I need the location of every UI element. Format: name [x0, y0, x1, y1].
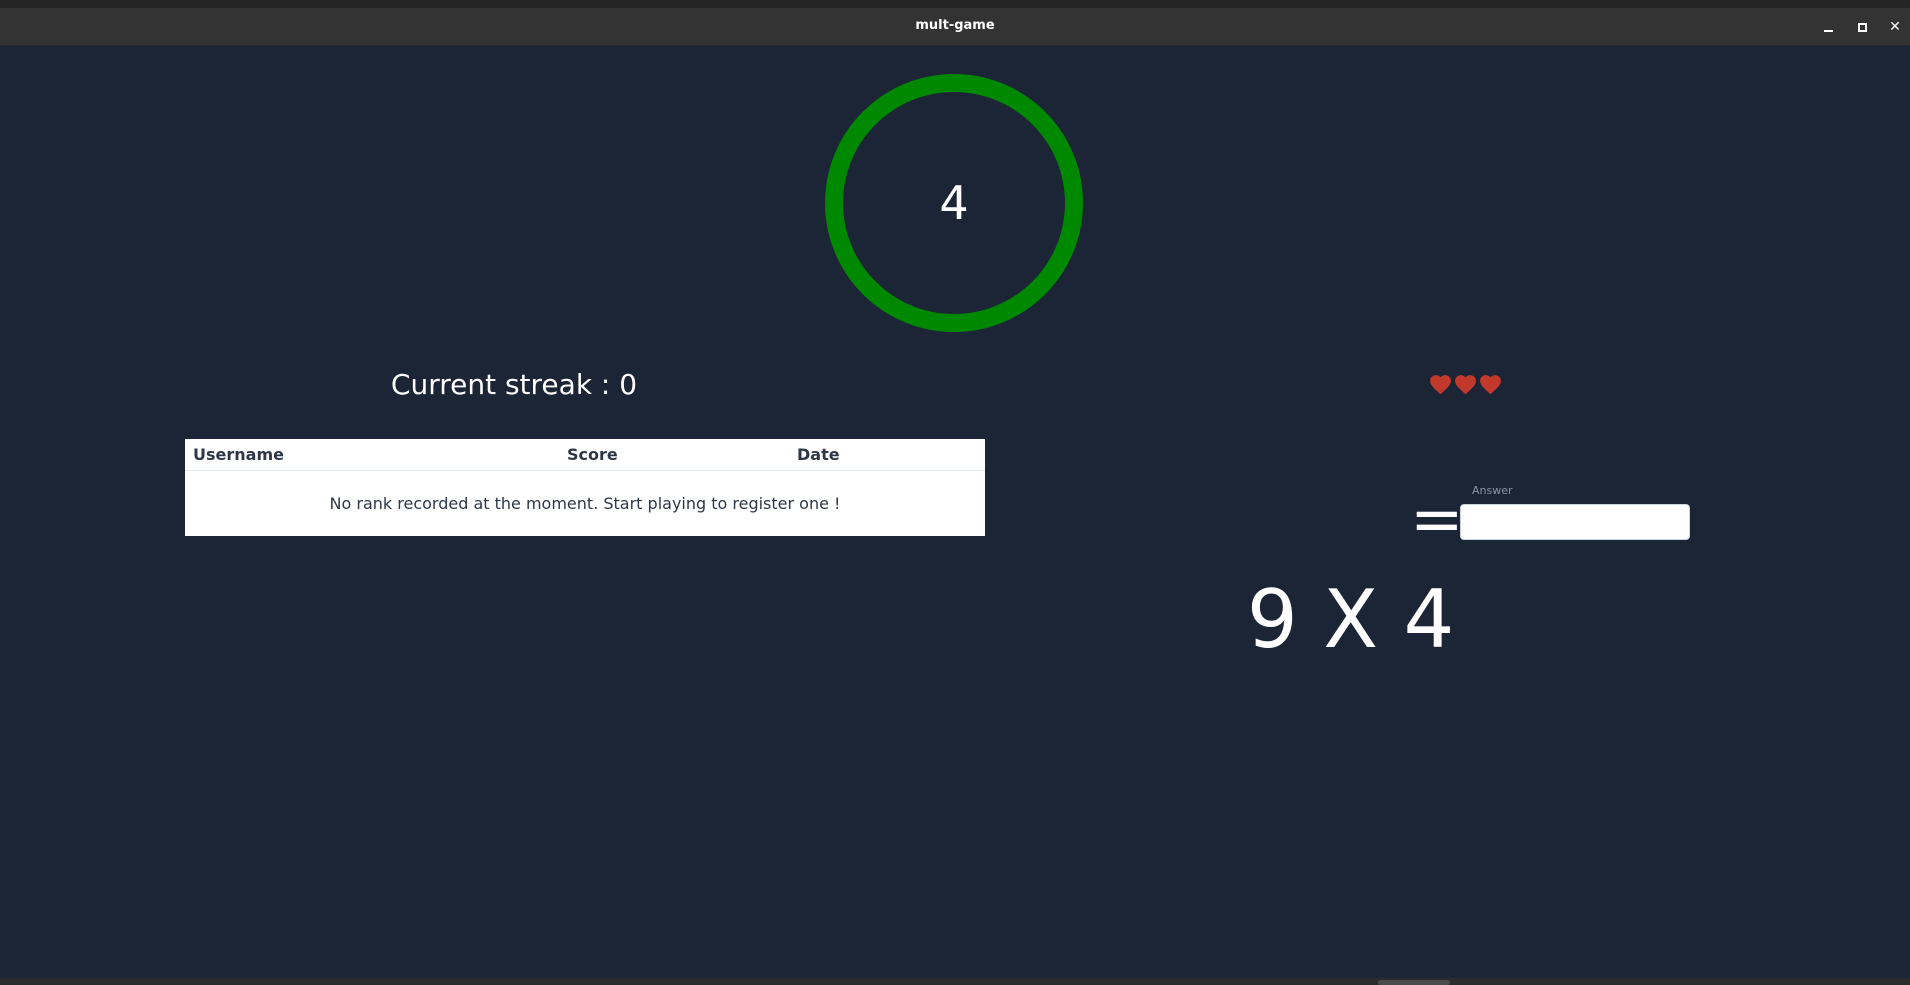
leaderboard-empty-message: No rank recorded at the moment. Start pl… [329, 494, 841, 513]
heart-icon [1430, 375, 1451, 395]
close-button[interactable]: ✕ [1884, 16, 1906, 38]
maximize-icon [1857, 22, 1867, 32]
column-score: Score [559, 439, 789, 471]
column-date: Date [789, 439, 985, 471]
operand-a: 9 [1246, 573, 1298, 666]
countdown-timer: 4 [825, 74, 1083, 332]
heart-icon [1480, 375, 1501, 395]
table-row: No rank recorded at the moment. Start pl… [185, 471, 985, 537]
window-title: mult-game [915, 18, 995, 33]
leaderboard-table: Username Score Date No rank recorded at … [185, 439, 985, 536]
window-titlebar: mult-game ✕ [0, 8, 1910, 46]
streak-label: Current streak : 0 [390, 368, 638, 401]
answer-label: Answer [1472, 484, 1513, 497]
answer-input[interactable] [1460, 504, 1690, 540]
maximize-button[interactable] [1851, 16, 1873, 38]
current-streak: Current streak : 0 [330, 368, 698, 401]
leaderboard-header-row: Username Score Date [185, 439, 985, 471]
bottom-bar [0, 978, 1910, 985]
minimize-button[interactable] [1817, 16, 1839, 38]
timer-value: 4 [939, 176, 969, 230]
equals-sign: = [1410, 483, 1464, 557]
top-strip [0, 0, 1910, 8]
column-username: Username [185, 439, 559, 471]
bottom-handle [1378, 980, 1450, 985]
operator: X [1323, 573, 1379, 666]
operand-b: 4 [1403, 573, 1455, 666]
minimize-icon [1823, 30, 1833, 32]
heart-icon [1455, 375, 1476, 395]
lives-indicator [1428, 372, 1508, 400]
close-icon: ✕ [1889, 19, 1901, 35]
